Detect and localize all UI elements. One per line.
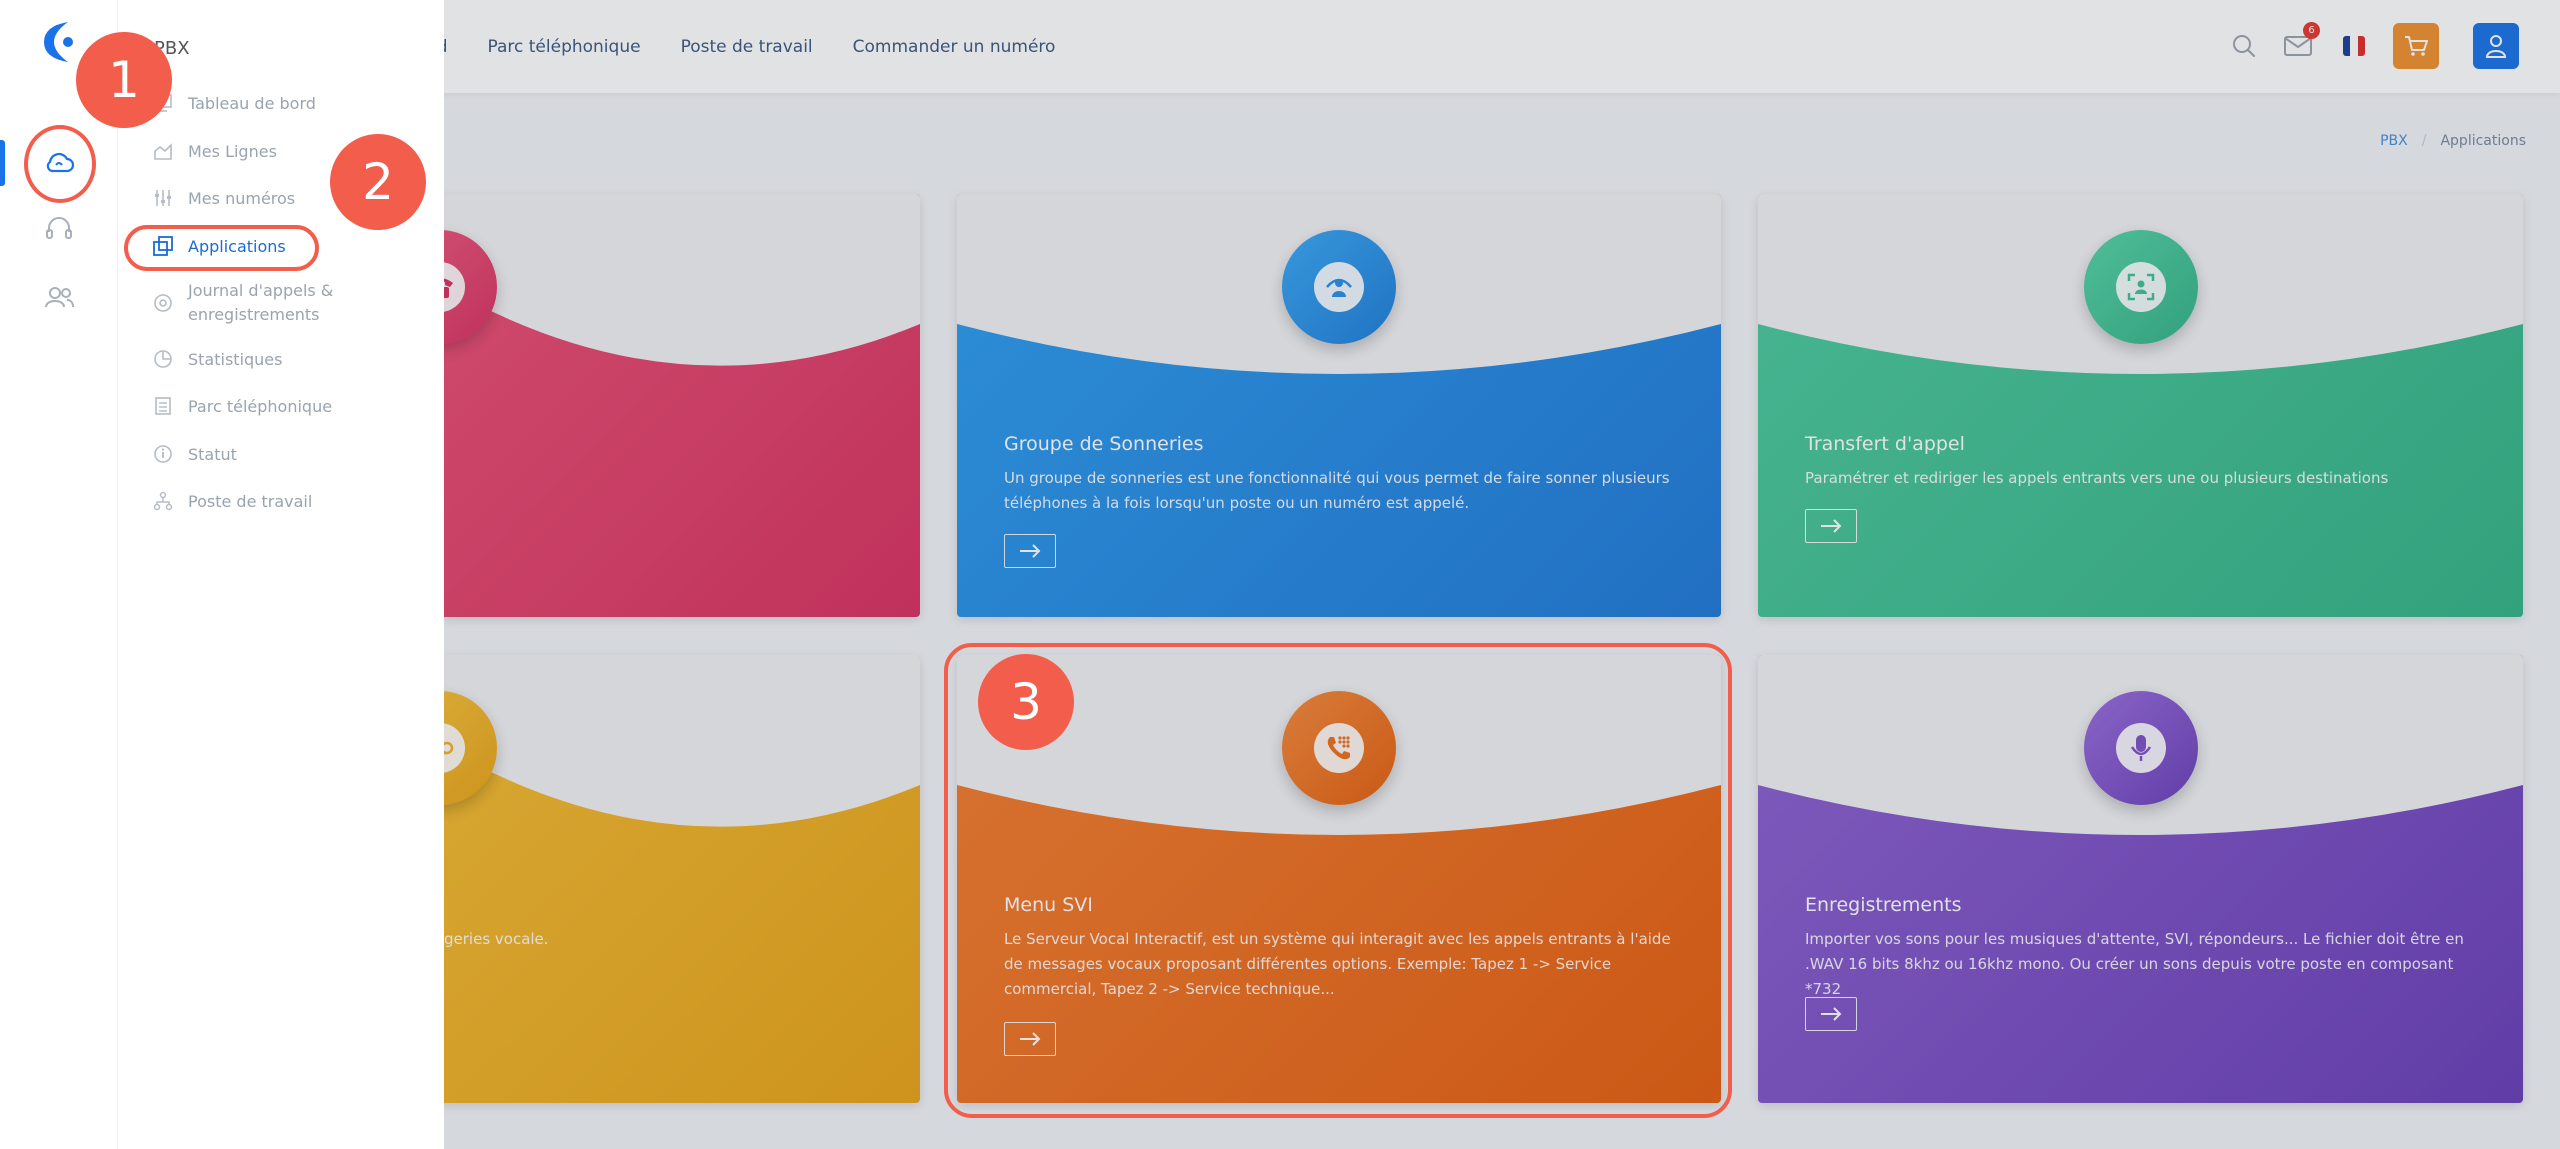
highlight-ring-applications (124, 225, 319, 271)
sidebar-item-phone-park[interactable]: Parc téléphonique (152, 395, 338, 419)
sidebar-item-my-numbers[interactable]: Mes numéros (152, 187, 338, 211)
sidebar-item-label: Mes Lignes (188, 142, 277, 161)
sidebar-item-label: Parc téléphonique (188, 397, 333, 416)
sidebar-item-status[interactable]: Statut (152, 443, 338, 467)
highlight-ring-cloud (24, 125, 96, 203)
sidebar-item-label: Journal d'appels & enregistrements (188, 281, 334, 324)
logo-icon[interactable] (36, 20, 80, 64)
sidebar-item-label: Poste de travail (188, 492, 313, 511)
step-badge-3: 3 (978, 654, 1074, 750)
workstation-icon (152, 490, 174, 512)
active-indicator (0, 140, 5, 186)
users-icon[interactable] (37, 275, 81, 319)
sidebar-item-label: Mes numéros (188, 189, 296, 208)
step-badge-2: 2 (330, 134, 426, 230)
sidebar-item-label: Statut (188, 445, 237, 464)
phone-park-icon (152, 395, 174, 417)
sidebar-item-call-log[interactable]: Journal d'appels & enregistrements (152, 279, 338, 327)
sidebar-item-label: Statistiques (188, 350, 283, 369)
support-headset-icon[interactable] (37, 208, 81, 252)
statistics-icon (152, 348, 174, 370)
sidebar-item-statistics[interactable]: Statistiques (152, 348, 338, 372)
numbers-icon (152, 187, 174, 209)
sidebar-item-my-lines[interactable]: Mes Lignes (152, 140, 338, 164)
status-icon (152, 443, 174, 465)
sidebar-item-label: Tableau de bord (188, 94, 316, 113)
call-log-icon (152, 292, 174, 314)
lines-icon (152, 140, 174, 162)
sidebar-item-workstation[interactable]: Poste de travail (152, 490, 338, 514)
sidebar-item-dashboard[interactable]: Tableau de bord (152, 92, 338, 116)
step-badge-1: 1 (76, 32, 172, 128)
